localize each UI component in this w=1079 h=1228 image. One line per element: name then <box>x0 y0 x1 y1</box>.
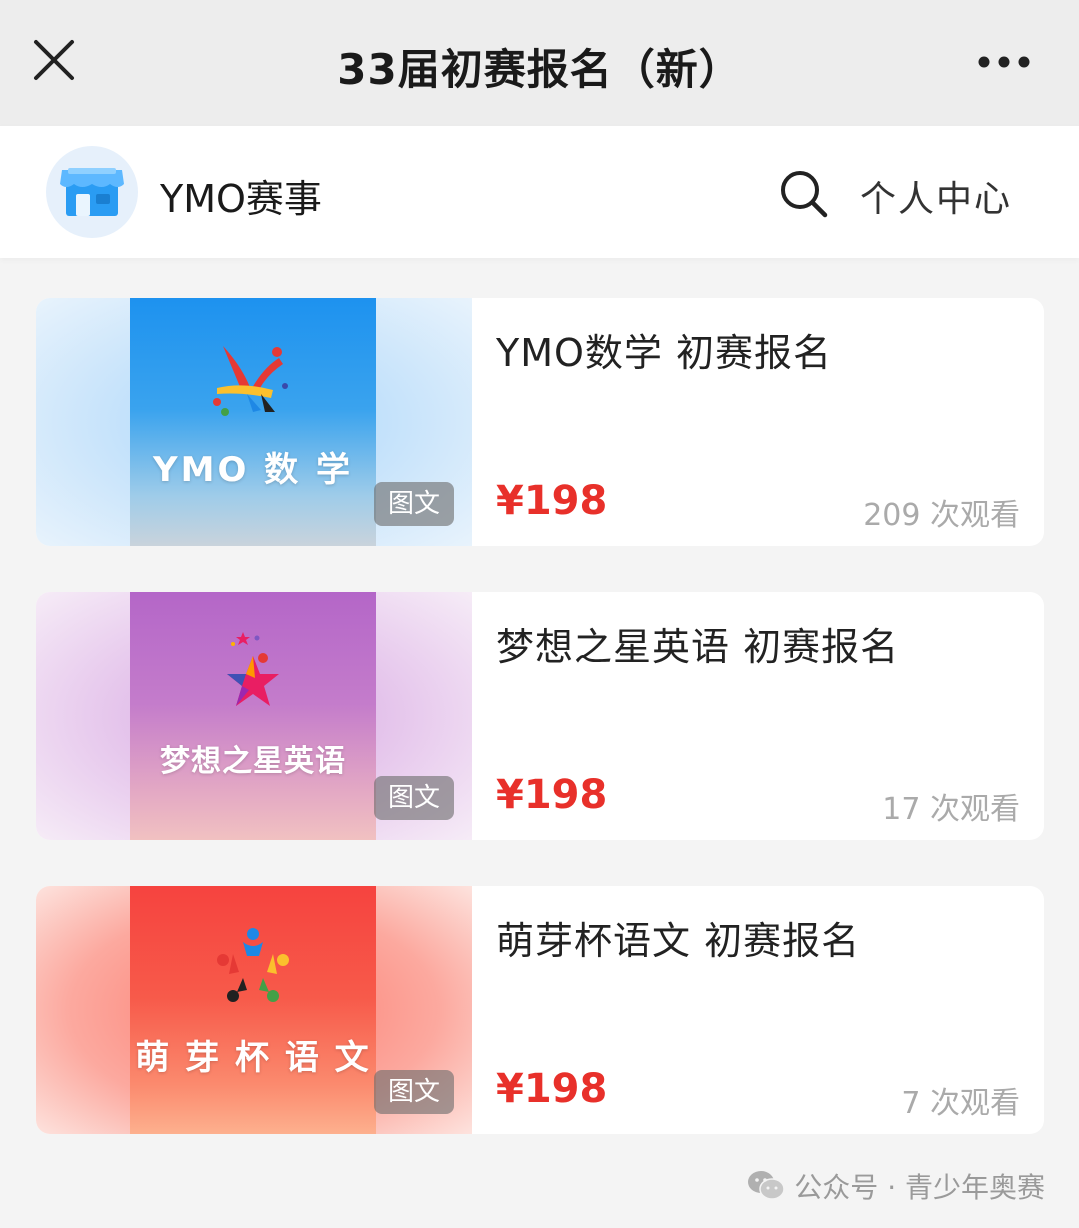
card-price: ¥198 <box>496 1066 608 1112</box>
card-title[interactable]: 萌芽杯语文 初赛报名 <box>496 910 860 965</box>
list-item[interactable]: YMO 数 学 图文 YMO数学 初赛报名 ¥198 209 次观看 <box>36 298 1044 546</box>
card-thumbnail: 萌 芽 杯 语 文 图文 <box>36 886 472 1134</box>
store-icon[interactable] <box>46 146 138 238</box>
card-price: ¥198 <box>496 772 608 818</box>
poster-title: 梦想之星英语 <box>160 744 346 779</box>
poster-title: YMO 数 学 <box>152 450 354 490</box>
card-price: ¥198 <box>496 478 608 524</box>
star-logo-icon <box>227 632 279 706</box>
store-header: YMO赛事 个人中心 <box>0 126 1079 258</box>
list-item[interactable]: 萌 芽 杯 语 文 图文 萌芽杯语文 初赛报名 ¥198 7 次观看 <box>36 886 1044 1134</box>
top-navigation-bar: 33届初赛报名（新） <box>0 0 1079 126</box>
watermark-text: 公众号 · 青少年奥赛 <box>794 1171 1045 1204</box>
card-thumbnail: YMO 数 学 图文 <box>36 298 472 546</box>
card-view-count: 7 次观看 <box>901 1086 1020 1121</box>
poster-image: YMO 数 学 <box>130 298 376 546</box>
poster-image: 萌 芽 杯 语 文 <box>130 886 376 1134</box>
card-view-count: 209 次观看 <box>863 498 1020 533</box>
page-title: 33届初赛报名（新） <box>337 45 742 94</box>
poster-title: 萌 芽 杯 语 文 <box>135 1038 371 1078</box>
store-name[interactable]: YMO赛事 <box>160 168 322 223</box>
card-thumbnail: 梦想之星英语 图文 <box>36 592 472 840</box>
card-view-count: 17 次观看 <box>882 792 1020 827</box>
search-icon[interactable] <box>776 166 830 220</box>
card-title[interactable]: 梦想之星英语 初赛报名 <box>496 616 899 671</box>
people-logo-icon <box>217 928 289 1002</box>
content-type-badge: 图文 <box>374 1070 454 1114</box>
logo-icon <box>213 346 288 416</box>
list-item[interactable]: 梦想之星英语 图文 梦想之星英语 初赛报名 ¥198 17 次观看 <box>36 592 1044 840</box>
profile-center-link[interactable]: 个人中心 <box>860 170 1012 222</box>
poster-image: 梦想之星英语 <box>130 592 376 840</box>
wechat-icon <box>748 1171 786 1200</box>
more-dots-icon[interactable] <box>974 48 1034 76</box>
content-type-badge: 图文 <box>374 482 454 526</box>
content-type-badge: 图文 <box>374 776 454 820</box>
watermark: 公众号 · 青少年奥赛 <box>746 1166 1045 1206</box>
card-title[interactable]: YMO数学 初赛报名 <box>496 322 832 377</box>
